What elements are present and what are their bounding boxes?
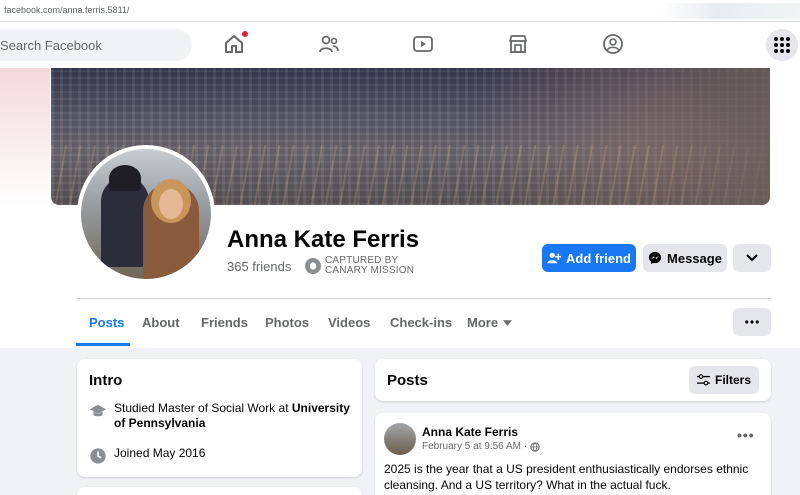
header-divider [77, 298, 771, 299]
clock-icon [90, 448, 106, 464]
notification-dot [241, 30, 249, 38]
tabs-options-button[interactable] [733, 308, 771, 336]
browser-address-bar[interactable]: facebook.com/anna.ferris.5811/ [0, 0, 800, 22]
secondary-card [77, 487, 362, 495]
video-icon[interactable] [411, 32, 435, 56]
left-background-fade [0, 68, 50, 208]
home-icon[interactable] [222, 30, 249, 56]
stamp-icon [305, 258, 321, 274]
tab-check-ins[interactable]: Check-ins [390, 315, 452, 330]
friends-icon[interactable] [317, 32, 341, 56]
caret-down-icon [503, 319, 513, 326]
marketplace-icon[interactable] [506, 32, 530, 56]
posts-title: Posts [387, 372, 428, 389]
tab-posts[interactable]: Posts [89, 315, 124, 330]
profile-more-button[interactable] [733, 244, 771, 272]
avatar-figure-hat [109, 165, 141, 191]
post-meta: February 5 at 9:56 AM · [422, 441, 540, 452]
education-prefix: Studied Master of Social Work at [114, 401, 292, 415]
intro-joined: Joined May 2016 [89, 446, 359, 465]
messenger-icon [648, 251, 662, 265]
profile-picture[interactable] [81, 149, 211, 279]
add-friend-label: Add friend [566, 250, 631, 266]
post-author-name[interactable]: Anna Kate Ferris [422, 425, 518, 439]
search-placeholder: Search Facebook [0, 38, 102, 53]
tab-photos[interactable]: Photos [265, 315, 309, 330]
avatar-figure-face [159, 189, 183, 219]
profile-name: Anna Kate Ferris [227, 226, 420, 253]
browser-toolbar-area [660, 3, 800, 19]
joined-date: Joined May 2016 [114, 446, 206, 460]
filters-button[interactable]: Filters [689, 366, 759, 394]
message-label: Message [667, 250, 722, 266]
graduation-cap-icon [89, 404, 107, 417]
watermark-line-2: CANARY MISSION [325, 265, 415, 276]
tab-videos[interactable]: Videos [328, 315, 370, 330]
top-navigation: Search Facebook [0, 22, 800, 68]
cover-hillside [650, 68, 770, 205]
filters-icon [696, 374, 710, 386]
post-text: 2025 is the year that a US president ent… [384, 462, 749, 492]
intro-card: Intro Studied Master of Social Work at U… [77, 359, 362, 477]
url-text: facebook.com/anna.ferris.5811/ [4, 5, 130, 15]
add-friend-button[interactable]: Add friend [542, 244, 636, 272]
post-date[interactable]: February 5 at 9:56 AM [422, 441, 521, 452]
active-tab-indicator [76, 343, 130, 346]
tab-about[interactable]: About [142, 315, 180, 330]
tab-friends[interactable]: Friends [201, 315, 248, 330]
intro-education: Studied Master of Social Work at Univers… [89, 401, 359, 431]
post-card: Anna Kate Ferris February 5 at 9:56 AM ·… [375, 413, 771, 495]
grid-icon [774, 37, 790, 53]
chevron-down-icon [746, 254, 758, 262]
watermark-stamp: CAPTURED BY CANARY MISSION [305, 256, 414, 276]
tab-more-label: More [467, 315, 499, 330]
posts-header-card: Posts Filters [375, 359, 771, 401]
search-input[interactable]: Search Facebook [0, 29, 192, 61]
message-button[interactable]: Message [643, 244, 727, 272]
add-friend-icon [547, 252, 561, 264]
more-dots-icon [745, 320, 759, 324]
globe-icon [530, 441, 540, 452]
meta-separator: · [520, 441, 528, 452]
groups-icon[interactable] [601, 32, 625, 56]
friends-count[interactable]: 365 friends [227, 259, 291, 274]
intro-title: Intro [89, 372, 123, 389]
filters-label: Filters [714, 373, 751, 387]
post-options-button[interactable]: ••• [737, 427, 755, 443]
menu-grid-button[interactable] [766, 29, 798, 61]
tab-more[interactable]: More [467, 315, 513, 330]
post-author-avatar[interactable] [384, 423, 416, 455]
